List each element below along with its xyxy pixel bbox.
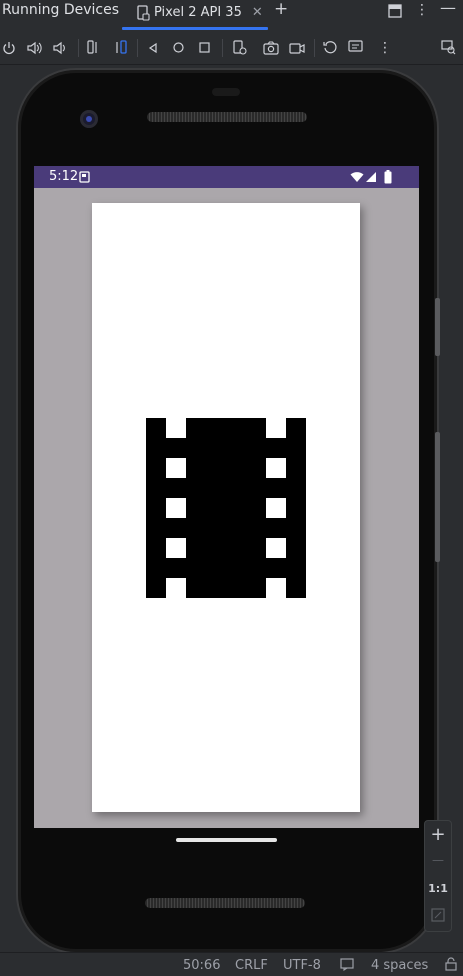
minimize-icon[interactable]: —	[440, 0, 456, 16]
overview-icon[interactable]	[198, 41, 211, 54]
power-key[interactable]	[435, 298, 440, 356]
add-tab-icon[interactable]: +	[274, 1, 288, 18]
close-icon[interactable]: ✕	[252, 5, 263, 20]
zoom-in-button[interactable]: +	[425, 824, 451, 845]
reset-icon[interactable]	[323, 40, 338, 55]
toolbar-separator	[222, 39, 223, 57]
panel-divider	[0, 64, 463, 65]
caret-position[interactable]: 50:66	[183, 958, 220, 973]
ide-status-bar: 50:66 CRLF UTF-8 4 spaces	[0, 952, 463, 976]
tool-window-title: Running Devices	[2, 2, 119, 18]
power-icon[interactable]	[2, 41, 16, 55]
screen-record-icon[interactable]	[289, 41, 305, 55]
film-strip-icon	[146, 418, 306, 598]
zoom-actual-size-button[interactable]: 1:1	[425, 882, 451, 895]
comment-icon[interactable]	[340, 958, 354, 971]
home-icon[interactable]	[172, 41, 185, 54]
toolbar-more-icon[interactable]: ⋮	[378, 41, 392, 55]
rotate-left-icon[interactable]	[87, 40, 101, 55]
toolbar-separator	[137, 39, 138, 57]
device-settings-icon[interactable]	[232, 40, 247, 55]
proximity-sensor	[212, 88, 240, 96]
select-device-icon[interactable]	[441, 40, 456, 55]
camera-icon[interactable]	[263, 41, 279, 55]
volume-up-icon[interactable]	[27, 41, 43, 55]
mirror-input-icon[interactable]	[348, 40, 364, 55]
battery-icon	[384, 170, 392, 184]
device-toolbar: ⋮	[0, 36, 463, 60]
android-status-bar: 5:12	[34, 166, 419, 188]
back-icon[interactable]	[147, 42, 159, 54]
file-encoding[interactable]: UTF-8	[283, 958, 321, 973]
status-time: 5:12	[49, 169, 79, 184]
line-separator[interactable]: CRLF	[235, 958, 268, 973]
front-camera	[80, 110, 98, 128]
more-options-icon[interactable]: ⋮	[415, 3, 429, 17]
lock-icon[interactable]	[445, 957, 457, 971]
toolbar-separator	[314, 39, 315, 57]
indent-setting[interactable]: 4 spaces	[371, 958, 428, 973]
signal-icon	[366, 172, 376, 182]
zoom-out-button[interactable]: —	[425, 853, 451, 867]
notification-icon	[79, 171, 90, 183]
gesture-nav-handle[interactable]	[176, 838, 277, 842]
tab-pixel2[interactable]: Pixel 2 API 35 ✕	[136, 2, 263, 23]
tab-label: Pixel 2 API 35	[154, 5, 242, 20]
zoom-fit-icon[interactable]	[431, 908, 445, 922]
device-icon	[137, 4, 150, 21]
volume-down-icon[interactable]	[53, 41, 67, 55]
wifi-icon	[350, 172, 364, 182]
bottom-speaker	[145, 898, 305, 908]
zoom-controls: + — 1:1	[424, 820, 452, 932]
volume-key[interactable]	[435, 432, 440, 562]
window-layout-icon[interactable]	[388, 4, 402, 18]
earpiece	[147, 112, 307, 122]
title-bar: Running Devices Pixel 2 API 35 ✕ + ⋮ —	[0, 0, 463, 23]
toolbar-separator	[78, 39, 79, 57]
active-tab-indicator	[122, 27, 268, 30]
rotate-right-icon[interactable]	[113, 40, 127, 55]
